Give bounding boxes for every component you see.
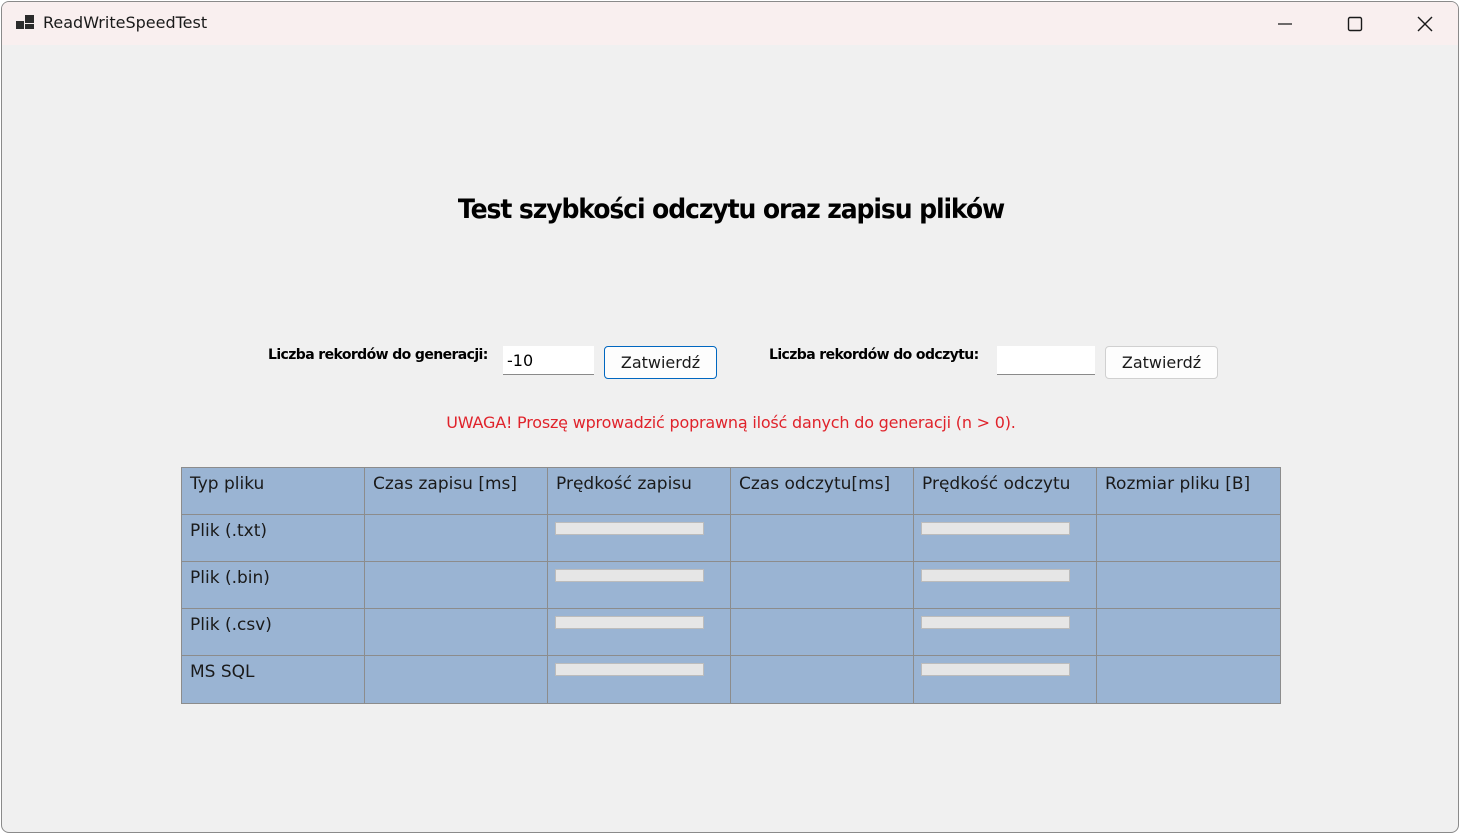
row-file-size bbox=[1097, 562, 1280, 609]
row-file-size bbox=[1097, 656, 1280, 703]
row-write-time bbox=[365, 562, 548, 609]
header-file-size: Rozmiar pliku [B] bbox=[1097, 468, 1280, 515]
write-progress-bar bbox=[555, 616, 704, 629]
read-progress-bar bbox=[921, 522, 1070, 535]
header-read-speed: Prędkość odczytu bbox=[914, 468, 1097, 515]
close-button[interactable] bbox=[1390, 2, 1458, 45]
minimize-button[interactable] bbox=[1250, 2, 1320, 45]
row-read-speed bbox=[914, 562, 1097, 609]
generate-submit-button[interactable]: Zatwierdź bbox=[604, 346, 717, 379]
row-write-time bbox=[365, 656, 548, 703]
app-window: ReadWriteSpeedTest Test szybkości odczyt… bbox=[1, 1, 1459, 833]
header-read-time: Czas odczytu[ms] bbox=[731, 468, 914, 515]
app-icon bbox=[16, 15, 34, 29]
page-title: Test szybkości odczytu oraz zapisu plikó… bbox=[457, 194, 1005, 225]
header-write-speed: Prędkość zapisu bbox=[548, 468, 731, 515]
row-read-speed bbox=[914, 656, 1097, 703]
row-read-speed bbox=[914, 515, 1097, 562]
row-read-time bbox=[731, 562, 914, 609]
read-progress-bar bbox=[921, 663, 1070, 676]
write-progress-bar bbox=[555, 569, 704, 582]
row-write-speed bbox=[548, 656, 731, 703]
read-submit-button[interactable]: Zatwierdź bbox=[1105, 346, 1218, 379]
generate-count-input[interactable] bbox=[503, 346, 594, 375]
minimize-icon bbox=[1278, 22, 1292, 25]
row-read-time bbox=[731, 656, 914, 703]
row-write-speed bbox=[548, 515, 731, 562]
read-count-input[interactable] bbox=[997, 346, 1095, 375]
maximize-icon bbox=[1347, 16, 1363, 31]
row-write-speed bbox=[548, 609, 731, 656]
row-file-type: Plik (.csv) bbox=[182, 609, 365, 656]
row-file-type: MS SQL bbox=[182, 656, 365, 703]
row-read-time bbox=[731, 515, 914, 562]
close-icon bbox=[1417, 16, 1433, 31]
row-file-type: Plik (.txt) bbox=[182, 515, 365, 562]
validation-warning: UWAGA! Proszę wprowadzić poprawną ilość … bbox=[446, 413, 1016, 432]
window-title: ReadWriteSpeedTest bbox=[43, 13, 208, 32]
maximize-button[interactable] bbox=[1320, 2, 1390, 45]
write-progress-bar bbox=[555, 663, 704, 676]
read-count-label: Liczba rekordów do odczytu: bbox=[769, 347, 979, 363]
row-read-time bbox=[731, 609, 914, 656]
row-read-speed bbox=[914, 609, 1097, 656]
read-progress-bar bbox=[921, 569, 1070, 582]
row-write-speed bbox=[548, 562, 731, 609]
row-file-type: Plik (.bin) bbox=[182, 562, 365, 609]
row-file-size bbox=[1097, 515, 1280, 562]
results-table: Typ pliku Czas zapisu [ms] Prędkość zapi… bbox=[181, 467, 1281, 704]
row-write-time bbox=[365, 609, 548, 656]
read-progress-bar bbox=[921, 616, 1070, 629]
title-bar[interactable]: ReadWriteSpeedTest bbox=[2, 2, 1458, 45]
row-write-time bbox=[365, 515, 548, 562]
row-file-size bbox=[1097, 609, 1280, 656]
generate-count-label: Liczba rekordów do generacji: bbox=[268, 347, 488, 363]
write-progress-bar bbox=[555, 522, 704, 535]
header-write-time: Czas zapisu [ms] bbox=[365, 468, 548, 515]
header-file-type: Typ pliku bbox=[182, 468, 365, 515]
